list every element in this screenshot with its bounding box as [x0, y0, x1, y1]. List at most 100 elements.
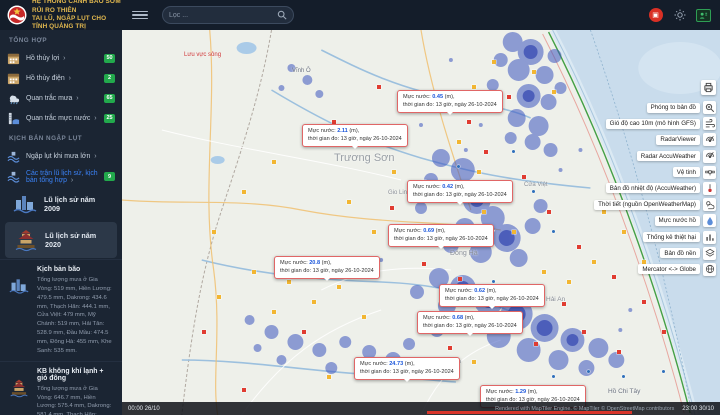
menu-toggle-icon[interactable]: [132, 8, 148, 22]
map-marker[interactable]: [484, 150, 488, 154]
control-temperature-map[interactable]: Bản đồ nhiệt độ (AccuWeather): [605, 181, 716, 195]
user-account-icon[interactable]: [696, 8, 711, 23]
scenario-item-lu-2020[interactable]: Lũ lịch sử năm 2020: [5, 222, 117, 258]
sidebar-item-ho-thuy-dien[interactable]: Hồ thủy điện › 2: [0, 68, 122, 88]
map-marker[interactable]: [272, 310, 276, 314]
scenario-item-lu-2009[interactable]: Lũ lịch sử năm 2009: [0, 187, 122, 221]
map-marker[interactable]: [347, 200, 351, 204]
radar-icon[interactable]: [703, 149, 716, 163]
map-marker[interactable]: [302, 330, 306, 334]
map-marker[interactable]: [547, 210, 551, 214]
scenario-card-khong-khi-lanh[interactable]: KB không khí lạnh + gió đông Tổng lượng …: [0, 360, 122, 415]
satellite-icon[interactable]: [703, 165, 716, 179]
control-satellite[interactable]: Vệ tinh: [672, 165, 716, 179]
map-marker[interactable]: [327, 375, 331, 379]
map-marker[interactable]: [467, 120, 471, 124]
water-level-icon[interactable]: [703, 214, 716, 228]
map-marker[interactable]: [587, 370, 590, 373]
map-marker[interactable]: [422, 262, 426, 266]
control-radarviewer[interactable]: RadarViewer: [656, 133, 716, 147]
water-level-popup[interactable]: Mực nước: 24.73 (m), thời gian đo: 13 giờ…: [354, 357, 460, 382]
map-marker[interactable]: [492, 280, 495, 283]
map-marker[interactable]: [512, 150, 515, 153]
scenario-card-bao[interactable]: Kịch bản bão Tổng lượng mưa ở Gia Vòng: …: [0, 259, 122, 361]
sidebar-item-quan-trac-muc-nuoc[interactable]: Quan trắc mực nước › 25: [0, 108, 122, 128]
search-icon[interactable]: [277, 10, 287, 20]
control-projection-toggle[interactable]: Mercator <-> Globe: [638, 262, 716, 276]
statistics-icon[interactable]: [703, 230, 716, 244]
map-marker[interactable]: [662, 330, 666, 334]
map-marker[interactable]: [252, 270, 256, 274]
control-zoom-map[interactable]: Phóng to bản đồ: [646, 101, 716, 114]
map-marker[interactable]: [492, 60, 496, 64]
map-marker[interactable]: [617, 350, 621, 354]
map-marker[interactable]: [534, 342, 538, 346]
water-level-popup[interactable]: Mực nước: 0.69 (m), thời gian đo: 13 giờ,…: [388, 224, 494, 249]
map-marker[interactable]: [312, 300, 316, 304]
map-marker[interactable]: [562, 302, 566, 306]
map-marker[interactable]: [477, 170, 481, 174]
map-marker[interactable]: [482, 210, 486, 214]
map-marker[interactable]: [512, 230, 516, 234]
map-marker[interactable]: [532, 190, 535, 193]
map-marker[interactable]: [212, 230, 216, 234]
map-marker[interactable]: [287, 280, 291, 284]
sidebar-item-cac-tran-lu-lich-su[interactable]: Các trận lũ lịch sử, kịch bản tổng hợp ›…: [0, 166, 122, 187]
water-level-popup[interactable]: Mực nước: 0.42 (m), thời gian đo: 13 giờ,…: [407, 180, 513, 205]
map-marker[interactable]: [567, 280, 571, 284]
control-radar-accuweather[interactable]: Radar AccuWeather: [636, 149, 716, 163]
water-level-popup[interactable]: Mực nước: 2.11 (m), thời gian đo: 13 giờ,…: [302, 124, 408, 149]
map-marker[interactable]: [372, 230, 376, 234]
map-marker[interactable]: [522, 175, 526, 179]
wind-icon[interactable]: [703, 117, 716, 131]
globe-icon[interactable]: [703, 262, 716, 276]
map-marker[interactable]: [577, 245, 581, 249]
water-level-popup[interactable]: Mực nước: 0.45 (m), thời gian đo: 13 giờ,…: [397, 90, 503, 115]
map-marker[interactable]: [242, 388, 246, 392]
map-marker[interactable]: [392, 170, 396, 174]
basemap-icon[interactable]: [703, 246, 716, 260]
weather-icon[interactable]: [703, 198, 716, 212]
control-reservoir-level[interactable]: Mực nước hồ: [654, 214, 716, 228]
map-marker[interactable]: [457, 165, 460, 168]
map-marker[interactable]: [337, 285, 341, 289]
radar-icon[interactable]: [703, 133, 716, 147]
map-marker[interactable]: [457, 140, 461, 144]
map-marker[interactable]: [582, 330, 586, 334]
map-marker[interactable]: [390, 206, 394, 210]
map-marker[interactable]: [202, 330, 206, 334]
map-marker[interactable]: [472, 85, 476, 89]
map-marker[interactable]: [507, 95, 511, 99]
water-level-popup[interactable]: Mực nước: 0.68 (m), thời gian đo: 13 giờ,…: [417, 311, 523, 336]
sidebar-item-ngap-lut-mua-lon[interactable]: Ngập lụt khi mưa lớn ›: [0, 146, 122, 166]
map-marker[interactable]: [552, 90, 556, 94]
control-basemap[interactable]: Bản đồ nền: [660, 246, 716, 260]
control-damage-statistics[interactable]: Thống kê thiệt hại: [642, 230, 716, 244]
map-marker[interactable]: [448, 346, 452, 350]
map-marker[interactable]: [272, 160, 276, 164]
map-marker[interactable]: [552, 375, 555, 378]
print-map-button[interactable]: [701, 80, 716, 95]
map-marker[interactable]: [552, 230, 555, 233]
zoom-in-icon[interactable]: [703, 101, 716, 114]
water-level-popup[interactable]: Mực nước: 0.62 (m), thời gian đo: 13 giờ,…: [439, 284, 545, 309]
alert-record-icon[interactable]: ▣: [648, 8, 663, 23]
map-marker[interactable]: [362, 315, 366, 319]
map-marker[interactable]: [662, 370, 665, 373]
settings-sun-icon[interactable]: [672, 8, 687, 23]
map-marker[interactable]: [458, 277, 462, 281]
sidebar-item-quan-trac-mua[interactable]: Quan trắc mưa › 65: [0, 88, 122, 108]
sidebar-item-ho-thuy-loi[interactable]: Hồ thủy lợi › 50: [0, 48, 122, 68]
search-input[interactable]: [169, 11, 277, 19]
control-wind-gfs[interactable]: Gió độ cao 10m (mô hình GFS): [605, 117, 716, 131]
map-marker[interactable]: [532, 70, 536, 74]
map-marker[interactable]: [217, 295, 221, 299]
map-marker[interactable]: [242, 190, 246, 194]
temperature-icon[interactable]: [703, 181, 716, 195]
map-marker[interactable]: [622, 375, 625, 378]
control-weather-owm[interactable]: Thời tiết (nguồn OpenWeatherMap): [594, 198, 716, 212]
water-level-popup[interactable]: Mực nước: 20.8 (m), thời gian đo: 13 giờ,…: [274, 256, 380, 281]
timeline-progress[interactable]: [427, 411, 632, 414]
map-marker[interactable]: [542, 270, 546, 274]
map-marker[interactable]: [642, 300, 646, 304]
